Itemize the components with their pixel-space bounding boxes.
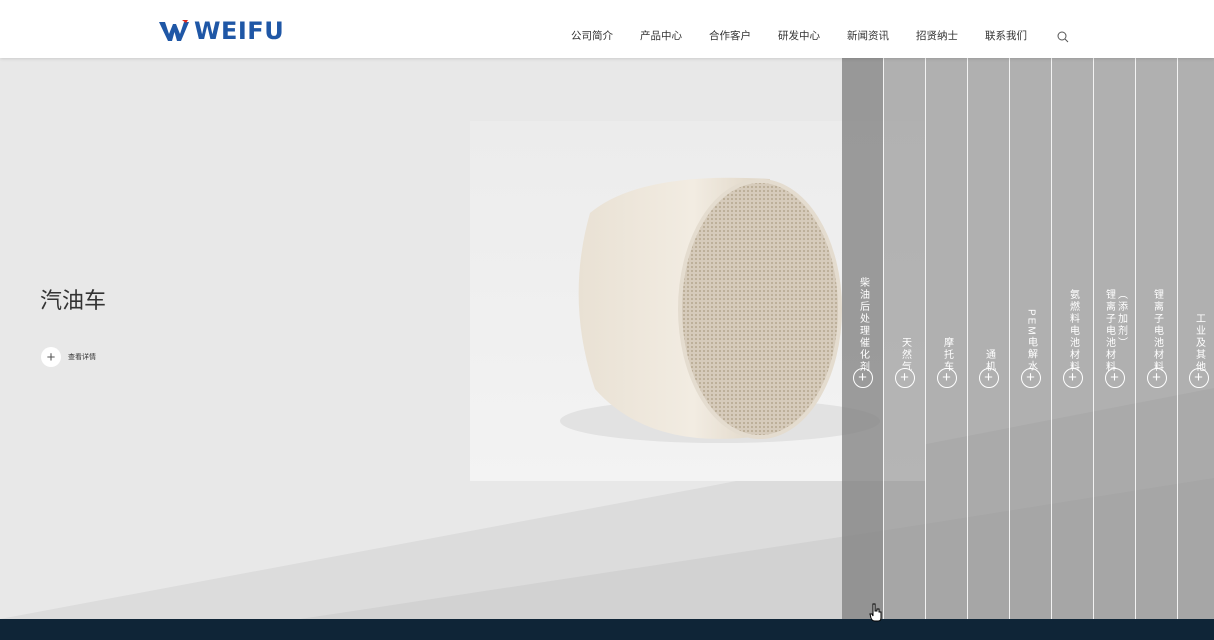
hand-cursor-icon	[869, 603, 882, 622]
search-icon[interactable]	[1057, 31, 1069, 43]
panel-label: 氨燃料电池材料	[1067, 289, 1079, 373]
panel-label: 柴油后处理催化剂	[857, 277, 869, 373]
nav-item-careers[interactable]: 招贤纳士	[916, 28, 958, 43]
panel-label: PEM电解水	[1025, 309, 1037, 373]
logo[interactable]: WEIFU	[158, 17, 284, 45]
plus-circle-icon[interactable]: +	[1146, 368, 1167, 388]
nav-item-products[interactable]: 产品中心	[640, 28, 682, 43]
nav-item-about[interactable]: 公司简介	[571, 28, 613, 43]
plus-circle-icon[interactable]: +	[936, 368, 957, 388]
panel-pem-electrolysis[interactable]: PEM电解水 +	[1009, 58, 1051, 619]
panel-label-secondary: （添加剂）	[1115, 289, 1127, 349]
footer-bar	[0, 619, 1214, 640]
panel-label: 工业及其他	[1193, 313, 1205, 373]
panel-motorcycle[interactable]: 摩托车 +	[925, 58, 967, 619]
plus-circle-icon[interactable]: +	[1188, 368, 1209, 388]
panel-li-ion-materials[interactable]: 锂离子电池材料 +	[1135, 58, 1177, 619]
panel-li-ion-additive[interactable]: 锂离子电池材料 （添加剂） +	[1093, 58, 1135, 619]
category-panels: 柴油后处理催化剂 + 天然气 + 摩托车 + 通机 + PEM电解水 + 氨燃料…	[842, 58, 1214, 619]
panel-hydrogen-fuel-cell[interactable]: 氨燃料电池材料 +	[1051, 58, 1093, 619]
logo-mark-icon	[159, 20, 189, 41]
panel-industrial-other[interactable]: 工业及其他 +	[1177, 58, 1214, 619]
panel-label: 锂离子电池材料	[1103, 289, 1115, 373]
nav-item-news[interactable]: 新闻资讯	[847, 28, 889, 43]
view-details-label: 查看详情	[68, 354, 96, 361]
hero-banner: 汽油车 + 查看详情 柴油后处理催化剂 + 天然气 + 摩托车 + 通机 + P…	[0, 58, 1214, 619]
plus-circle-icon[interactable]: +	[1062, 368, 1083, 388]
nav-item-contact[interactable]: 联系我们	[985, 28, 1027, 43]
view-details-link[interactable]: + 查看详情	[41, 347, 96, 367]
logo-text: WEIFU	[194, 17, 285, 45]
plus-circle-icon[interactable]: +	[1104, 368, 1125, 388]
panel-natural-gas[interactable]: 天然气 +	[883, 58, 925, 619]
panel-label: 锂离子电池材料	[1151, 289, 1163, 373]
plus-circle-icon[interactable]: +	[894, 368, 915, 388]
site-header: WEIFU 公司简介 产品中心 合作客户 研发中心 新闻资讯 招贤纳士 联系我们	[0, 0, 1214, 58]
panel-diesel-aftertreatment[interactable]: 柴油后处理催化剂 +	[842, 58, 883, 619]
plus-circle-icon[interactable]: +	[852, 368, 873, 388]
nav-item-rnd[interactable]: 研发中心	[778, 28, 820, 43]
nav-item-partners[interactable]: 合作客户	[709, 28, 751, 43]
plus-circle-icon[interactable]: +	[978, 368, 999, 388]
panel-general-machinery[interactable]: 通机 +	[967, 58, 1009, 619]
plus-icon: +	[41, 347, 61, 367]
plus-circle-icon[interactable]: +	[1020, 368, 1041, 388]
main-nav: 公司简介 产品中心 合作客户 研发中心 新闻资讯 招贤纳士 联系我们	[571, 28, 1069, 43]
hero-title: 汽油车	[40, 288, 107, 313]
